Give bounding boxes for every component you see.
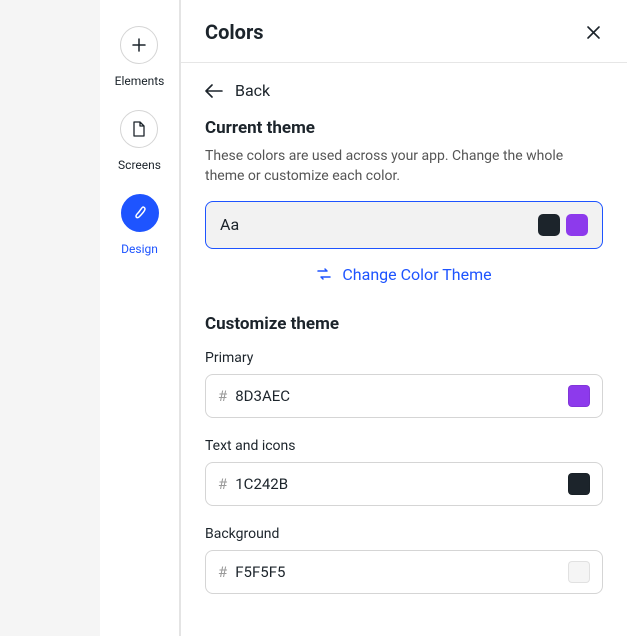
nav-label-elements: Elements	[115, 74, 165, 88]
field-label-text: Text and icons	[205, 438, 603, 454]
field-label-background: Background	[205, 526, 603, 542]
swap-icon	[316, 266, 332, 282]
arrow-left-icon	[205, 84, 223, 98]
plus-icon	[120, 26, 158, 64]
colors-panel: Colors Back Current theme These colors a…	[180, 0, 627, 636]
document-icon	[120, 110, 158, 148]
swatch-primary-color	[566, 214, 588, 236]
panel-body: Back Current theme These colors are used…	[181, 63, 627, 632]
nav-label-screens: Screens	[118, 158, 161, 172]
hex-value-text: 1C242B	[235, 475, 288, 493]
close-button[interactable]	[583, 22, 603, 42]
hex-value-primary: 8D3AEC	[235, 387, 290, 405]
customize-heading: Customize theme	[205, 314, 603, 334]
nav-item-design[interactable]: Design	[121, 194, 159, 256]
hash-symbol: #	[218, 475, 227, 493]
nav-item-elements[interactable]: Elements	[115, 26, 165, 88]
field-label-primary: Primary	[205, 350, 603, 366]
customize-section: Customize theme Primary # 8D3AEC Text an…	[205, 314, 603, 594]
panel-header: Colors	[181, 0, 627, 63]
swatch-text-color	[538, 214, 560, 236]
current-theme-heading: Current theme	[205, 118, 603, 138]
theme-card[interactable]: Aa	[205, 201, 603, 249]
color-preview-text[interactable]	[568, 473, 590, 495]
color-input-primary[interactable]: # 8D3AEC	[205, 374, 603, 418]
color-input-text[interactable]: # 1C242B	[205, 462, 603, 506]
theme-sample-text: Aa	[220, 215, 239, 234]
back-button[interactable]: Back	[205, 81, 270, 100]
brush-icon	[121, 194, 159, 232]
nav-item-screens[interactable]: Screens	[118, 110, 161, 172]
theme-swatches	[538, 214, 588, 236]
vertical-nav: Elements Screens Design	[100, 0, 180, 636]
color-input-background[interactable]: # F5F5F5	[205, 550, 603, 594]
back-label: Back	[235, 81, 270, 100]
change-theme-button[interactable]: Change Color Theme	[205, 265, 603, 284]
color-preview-primary[interactable]	[568, 385, 590, 407]
change-theme-label: Change Color Theme	[342, 265, 491, 284]
hash-symbol: #	[218, 387, 227, 405]
color-preview-background[interactable]	[568, 561, 590, 583]
current-theme-description: These colors are used across your app. C…	[205, 146, 603, 187]
panel-title: Colors	[205, 20, 264, 44]
close-icon	[586, 25, 601, 40]
nav-label-design: Design	[121, 242, 158, 256]
hex-value-background: F5F5F5	[235, 563, 285, 581]
hash-symbol: #	[218, 563, 227, 581]
